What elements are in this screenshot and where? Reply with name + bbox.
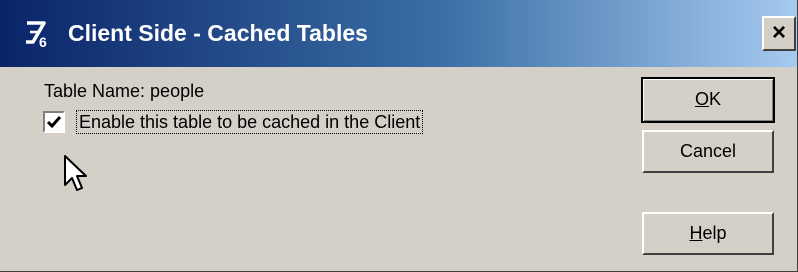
close-button[interactable]: × (762, 16, 796, 51)
cache-table-checkbox[interactable] (43, 111, 65, 133)
table-name-label: Table Name: people (44, 81, 205, 101)
window-title: Client Side - Cached Tables (68, 20, 368, 46)
cancel-button-label: Cancel (679, 141, 737, 161)
ok-button-label: K (709, 89, 722, 109)
dialog-window: 6 Client Side - Cached Tables × Table Na… (0, 0, 798, 272)
cancel-button[interactable]: Cancel (642, 130, 774, 173)
cache-table-checkbox-label[interactable]: Enable this table to be cached in the Cl… (76, 110, 424, 134)
z6-app-icon: 6 (26, 21, 47, 48)
title-bar[interactable]: 6 Client Side - Cached Tables × (0, 0, 797, 67)
ok-button[interactable]: OK (641, 77, 775, 123)
mouse-pointer-icon (64, 155, 87, 191)
help-button[interactable]: Help (642, 212, 774, 255)
help-button-label: elp (702, 223, 727, 243)
help-button-mnemonic: H (689, 223, 703, 243)
ok-button-mnemonic: O (694, 89, 709, 109)
checkmark-icon (46, 116, 62, 129)
svg-text:6: 6 (39, 34, 47, 48)
close-icon: × (771, 19, 786, 46)
